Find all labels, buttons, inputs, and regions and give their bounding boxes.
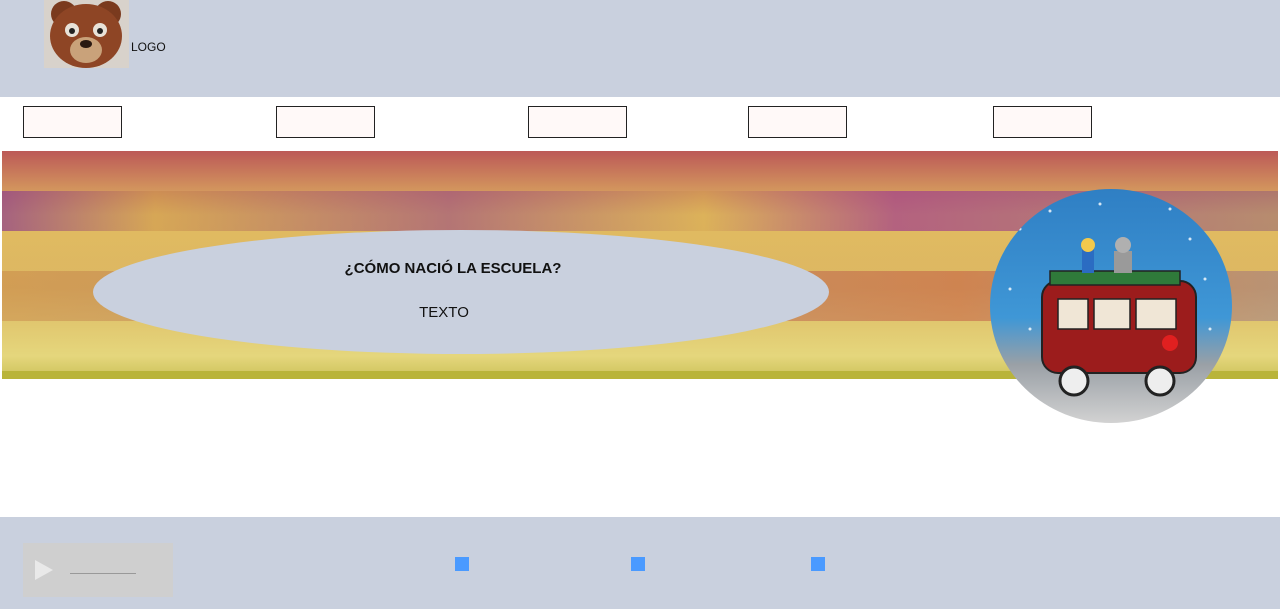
nav-button-4[interactable] xyxy=(748,106,847,138)
nav-bar xyxy=(0,97,1280,151)
audio-player[interactable] xyxy=(23,543,173,597)
header: LOGO xyxy=(0,0,1280,97)
hero-title: ¿CÓMO NACIÓ LA ESCUELA? xyxy=(344,260,562,277)
play-icon[interactable] xyxy=(35,560,53,580)
van-illustration-image xyxy=(990,189,1232,423)
nav-button-2[interactable] xyxy=(276,106,375,138)
nav-button-3[interactable] xyxy=(528,106,627,138)
nav-button-1[interactable] xyxy=(23,106,122,138)
footer xyxy=(0,517,1280,609)
hero-section: ¿CÓMO NACIÓ LA ESCUELA? TEXTO xyxy=(0,151,1280,517)
slide-dot-3[interactable] xyxy=(811,557,825,571)
hero-text: TEXTO xyxy=(419,304,469,321)
player-progress-track[interactable] xyxy=(70,573,136,574)
bear-logo-icon[interactable] xyxy=(44,0,129,68)
logo-text: LOGO xyxy=(131,40,166,54)
slide-dot-2[interactable] xyxy=(631,557,645,571)
speech-bubble: ¿CÓMO NACIÓ LA ESCUELA? TEXTO xyxy=(93,230,829,354)
nav-button-5[interactable] xyxy=(993,106,1092,138)
slide-dot-1[interactable] xyxy=(455,557,469,571)
